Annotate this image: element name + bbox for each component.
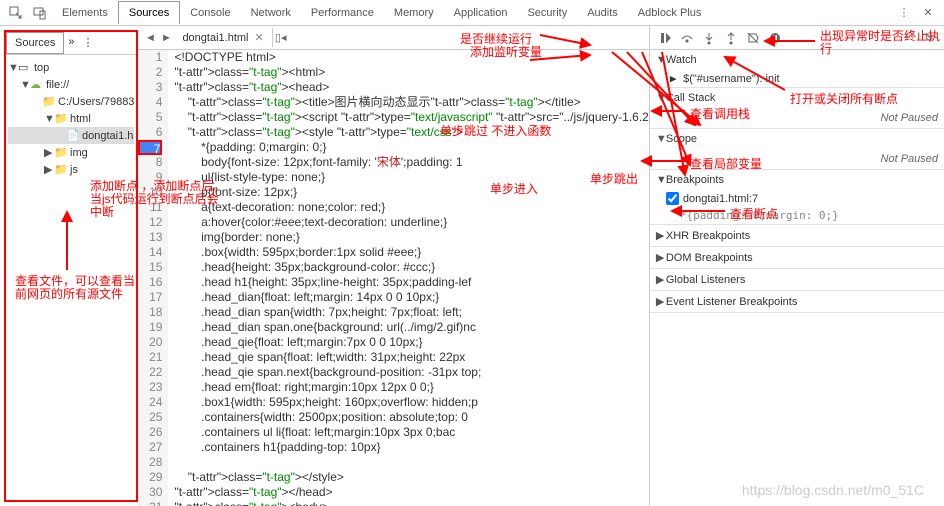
- tab-elements[interactable]: Elements: [52, 2, 118, 24]
- tab-adblock[interactable]: Adblock Plus: [628, 2, 712, 24]
- tab-application[interactable]: Application: [444, 2, 518, 24]
- step-over-icon[interactable]: [676, 28, 698, 48]
- file-tree: ▼▭top ▼☁file:// 📁C:/Users/79883 ▼📁html 📄…: [6, 55, 136, 182]
- menu-icon[interactable]: ⋮: [894, 3, 914, 23]
- watch-section[interactable]: ▼Watch: [650, 50, 944, 70]
- line-gutter[interactable]: 1234567891011121314151617181920212223242…: [138, 50, 168, 506]
- file-tab-dongtai[interactable]: dongtai1.html✕: [174, 28, 272, 47]
- tab-sources[interactable]: Sources: [118, 1, 180, 24]
- debugger-pane: + ↻ ▼Watch ▶ $("#username"): init ▼Call …: [650, 26, 944, 506]
- nav-fwd-icon[interactable]: ►: [158, 32, 174, 44]
- breakpoint-item[interactable]: dongtai1.html:7: [650, 190, 944, 207]
- tree-path[interactable]: 📁C:/Users/79883: [8, 93, 134, 110]
- dom-section[interactable]: ▶DOM Breakpoints: [650, 247, 944, 268]
- tab-security[interactable]: Security: [517, 2, 577, 24]
- code-content[interactable]: <!DOCTYPE html>"t-attr">class="t-tag"><h…: [168, 50, 648, 506]
- tab-console[interactable]: Console: [180, 2, 240, 24]
- tree-file-dongtai[interactable]: 📄dongtai1.h: [8, 127, 134, 144]
- inspect-icon[interactable]: [6, 3, 26, 23]
- refresh-icon[interactable]: ↻: [918, 28, 940, 48]
- resume-icon[interactable]: [654, 28, 676, 48]
- step-into-icon[interactable]: [698, 28, 720, 48]
- tab-performance[interactable]: Performance: [301, 2, 384, 24]
- callstack-section[interactable]: ▼Call Stack: [650, 88, 944, 108]
- step-out-icon[interactable]: [720, 28, 742, 48]
- tree-top[interactable]: ▼▭top: [8, 59, 134, 76]
- bp-checkbox[interactable]: [666, 192, 679, 205]
- sources-navigator: Sources » ⋮ ▼▭top ▼☁file:// 📁C:/Users/79…: [4, 30, 138, 502]
- breakpoints-section[interactable]: ▼Breakpoints: [650, 170, 944, 190]
- tab-audits[interactable]: Audits: [577, 2, 628, 24]
- close-tab-icon[interactable]: ✕: [254, 31, 263, 44]
- toggle-sidebar-icon[interactable]: ▯◂: [273, 31, 289, 44]
- device-icon[interactable]: [30, 3, 50, 23]
- tab-memory[interactable]: Memory: [384, 2, 444, 24]
- watermark: https://blog.csdn.net/m0_51C: [742, 482, 924, 498]
- nav-back-icon[interactable]: ◄: [142, 32, 158, 44]
- global-section[interactable]: ▶Global Listeners: [650, 269, 944, 290]
- sources-tab[interactable]: Sources: [6, 32, 64, 54]
- pause-exceptions-icon[interactable]: [764, 28, 786, 48]
- navigator-menu-icon[interactable]: ⋮: [78, 32, 97, 54]
- devtools-tabs: Elements Sources Console Network Perform…: [0, 0, 944, 26]
- tree-html-folder[interactable]: ▼📁html: [8, 110, 134, 127]
- scope-section[interactable]: ▼Scope: [650, 129, 944, 149]
- scope-status: Not Paused: [650, 149, 944, 169]
- tree-js-folder[interactable]: ▶📁js: [8, 161, 134, 178]
- close-icon[interactable]: ✕: [918, 3, 938, 23]
- tab-network[interactable]: Network: [241, 2, 301, 24]
- more-tabs-icon[interactable]: »: [64, 32, 78, 54]
- event-section[interactable]: ▶Event Listener Breakpoints: [650, 291, 944, 312]
- add-watch-icon[interactable]: +: [896, 28, 918, 48]
- code-editor-pane: ◄ ► dongtai1.html✕ ▯◂ 123456789101112131…: [138, 26, 649, 506]
- xhr-section[interactable]: ▶XHR Breakpoints: [650, 225, 944, 246]
- watch-item[interactable]: ▶ $("#username"): init: [650, 70, 944, 87]
- callstack-status: Not Paused: [650, 108, 944, 128]
- breakpoint-code: *{padding: 0;margin: 0;}: [650, 207, 944, 224]
- tree-domain[interactable]: ▼☁file://: [8, 76, 134, 93]
- tree-img-folder[interactable]: ▶📁img: [8, 144, 134, 161]
- deactivate-bp-icon[interactable]: [742, 28, 764, 48]
